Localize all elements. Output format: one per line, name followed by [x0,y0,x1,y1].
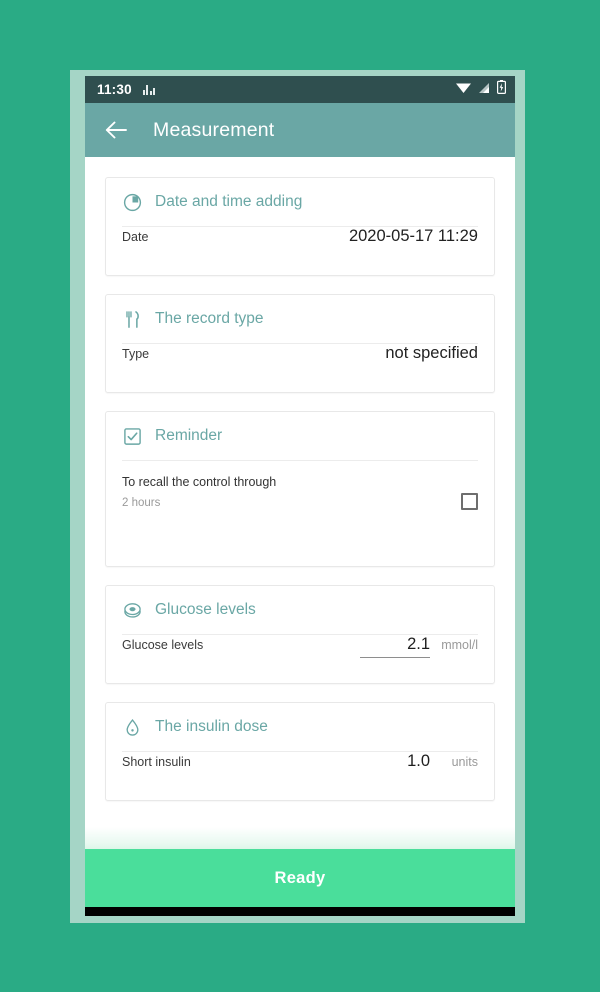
card-header: Reminder [122,412,478,461]
row-glucose: Glucose levels 2.1 mmol/l [122,635,478,683]
card-record-type: The record type Type not specified [105,294,495,393]
measurement-form: Date and time adding Date 2020-05-17 11:… [85,157,515,916]
card-glucose-levels: Glucose levels Glucose levels 2.1 mmol/l [105,585,495,684]
card-insulin-dose: The insulin dose Short insulin 1.0 units [105,702,495,801]
ready-button[interactable]: Ready [85,849,515,907]
app-bar: Measurement [85,103,515,157]
card-header: Glucose levels [122,586,478,635]
card-title: The insulin dose [155,718,268,735]
row-label: Type [122,347,150,361]
page-root: 11:30 Measurement Date and time adding D… [0,0,600,992]
row-value: not specified [385,344,478,362]
reminder-sub-text: 2 hours [122,497,161,509]
row-label: Glucose levels [122,638,204,652]
cutlery-icon [122,309,142,329]
reminder-main-text: To recall the control through [122,475,277,489]
card-title: Reminder [155,427,223,444]
glucose-unit-label: mmol/l [441,638,478,652]
status-bar: 11:30 [85,76,515,103]
phone-screen: 11:30 Measurement Date and time adding D… [85,76,515,916]
glucose-value-input[interactable]: 2.1 [360,635,430,658]
row-label: Date [122,230,149,244]
android-navigation-bar [85,907,515,916]
page-title: Measurement [153,118,275,141]
insulin-unit-label: units [451,755,478,769]
back-button[interactable] [99,113,133,147]
back-arrow-icon [105,121,127,139]
reminder-checkbox[interactable] [461,493,478,510]
clock-icon [122,192,142,212]
glucose-meter-icon [122,600,142,620]
checkbox-check-icon [122,426,142,446]
row-value: 2020-05-17 11:29 [348,227,478,245]
card-title: Glucose levels [155,601,256,618]
card-date-time-adding: Date and time adding Date 2020-05-17 11:… [105,177,495,276]
signal-icon [478,81,490,99]
insulin-value-input[interactable]: 1.0 [360,752,430,771]
battery-charging-icon [497,80,507,99]
row-type[interactable]: Type not specified [122,344,478,392]
card-reminder: Reminder To recall the control through 2… [105,411,495,567]
card-header: The record type [122,295,478,344]
card-header: The insulin dose [122,703,478,752]
row-date[interactable]: Date 2020-05-17 11:29 [122,227,478,275]
card-title: Date and time adding [155,193,303,210]
droplet-icon [122,717,142,737]
reminder-body: To recall the control through 2 hours [122,461,478,566]
card-header: Date and time adding [122,178,478,227]
wifi-icon [456,81,471,99]
screenshot-frame: 11:30 Measurement Date and time adding D… [70,70,525,923]
status-bar-time: 11:30 [97,82,132,97]
row-short-insulin: Short insulin 1.0 units [122,752,478,800]
status-bar-icons [456,80,507,99]
ready-button-label: Ready [274,868,326,887]
equalizer-icon [142,84,156,95]
card-title: The record type [155,310,264,327]
row-label: Short insulin [122,755,191,769]
